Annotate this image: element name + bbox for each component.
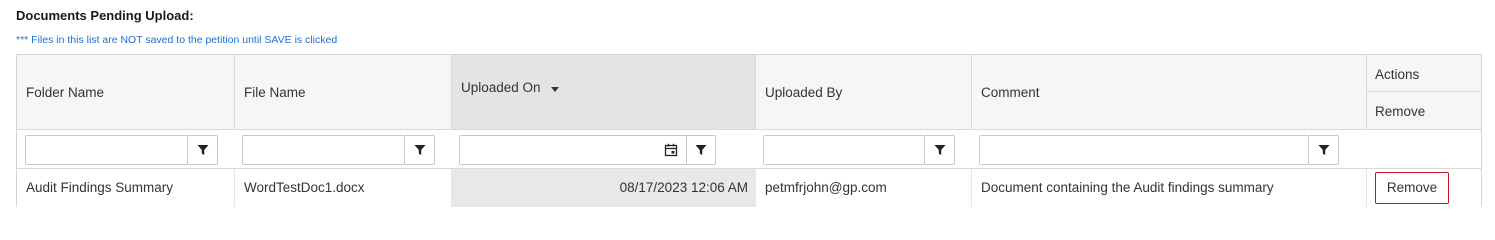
- sort-descending-icon[interactable]: [550, 86, 559, 92]
- filter-funnel-icon: [414, 145, 425, 155]
- file-name-filter-button[interactable]: [405, 135, 435, 165]
- comment-cell: Document containing the Audit findings s…: [972, 169, 1367, 207]
- section-title: Documents Pending Upload:: [16, 8, 194, 23]
- column-header-label: Uploaded By: [765, 85, 843, 100]
- comment-value: Document containing the Audit findings s…: [981, 180, 1274, 195]
- filter-cell-comment: [972, 130, 1367, 168]
- filter-funnel-icon: [197, 145, 208, 155]
- column-header-comment[interactable]: Comment: [972, 55, 1367, 129]
- column-header-label: Folder Name: [26, 85, 105, 100]
- column-header-uploaded-by[interactable]: Uploaded By: [756, 55, 972, 129]
- documents-grid: Folder Name File Name Uploaded On Upload…: [16, 54, 1482, 207]
- filter-funnel-icon: [1318, 145, 1329, 155]
- save-warning-note: *** Files in this list are NOT saved to …: [16, 34, 338, 46]
- actions-group-header: Actions: [1367, 55, 1481, 92]
- comment-filter-input[interactable]: [979, 135, 1309, 165]
- folder-name-filter-button[interactable]: [188, 135, 218, 165]
- column-header-uploaded-on[interactable]: Uploaded On: [452, 55, 756, 129]
- uploaded-on-value: 08/17/2023 12:06 AM: [619, 180, 748, 195]
- filter-cell-uploaded-on: [452, 130, 756, 168]
- calendar-icon: [664, 143, 678, 157]
- actions-cell: Remove: [1367, 169, 1481, 207]
- file-name-cell: WordTestDoc1.docx: [235, 169, 452, 207]
- uploaded-on-cell: 08/17/2023 12:06 AM: [452, 169, 756, 207]
- uploaded-by-filter-input[interactable]: [763, 135, 925, 165]
- folder-name-cell: Audit Findings Summary: [17, 169, 235, 207]
- filter-cell-folder-name: [17, 130, 235, 168]
- uploaded-on-filter-input[interactable]: [459, 135, 656, 165]
- filter-cell-file-name: [235, 130, 452, 168]
- filter-funnel-icon: [695, 145, 707, 155]
- column-header-label: Uploaded On: [461, 80, 541, 95]
- folder-name-filter-input[interactable]: [25, 135, 188, 165]
- table-row[interactable]: Audit Findings Summary WordTestDoc1.docx…: [17, 169, 1481, 207]
- filter-cell-uploaded-by: [756, 130, 972, 168]
- uploaded-on-date-picker-button[interactable]: [656, 135, 686, 165]
- folder-name-value: Audit Findings Summary: [26, 180, 174, 195]
- uploaded-by-filter-button[interactable]: [925, 135, 955, 165]
- remove-button[interactable]: Remove: [1375, 172, 1449, 204]
- uploaded-by-value: petmfrjohn@gp.com: [765, 180, 887, 195]
- file-name-filter-input[interactable]: [242, 135, 405, 165]
- uploaded-on-filter-button[interactable]: [686, 135, 716, 165]
- remove-subheader: Remove: [1367, 92, 1481, 129]
- filter-funnel-icon: [934, 145, 945, 155]
- documents-pending-upload-panel: Documents Pending Upload: *** Files in t…: [0, 0, 1495, 220]
- grid-header-row: Folder Name File Name Uploaded On Upload…: [17, 55, 1481, 130]
- column-header-label: File Name: [244, 85, 306, 100]
- column-header-file-name[interactable]: File Name: [235, 55, 452, 129]
- column-header-label: Comment: [981, 85, 1040, 100]
- remove-subheader-label: Remove: [1375, 104, 1426, 119]
- column-header-folder-name[interactable]: Folder Name: [17, 55, 235, 129]
- grid-filter-row: [17, 130, 1481, 169]
- actions-header-label: Actions: [1375, 67, 1420, 82]
- file-name-value: WordTestDoc1.docx: [244, 180, 365, 195]
- column-header-actions: Actions Remove: [1367, 55, 1481, 129]
- uploaded-by-cell: petmfrjohn@gp.com: [756, 169, 972, 207]
- comment-filter-button[interactable]: [1309, 135, 1339, 165]
